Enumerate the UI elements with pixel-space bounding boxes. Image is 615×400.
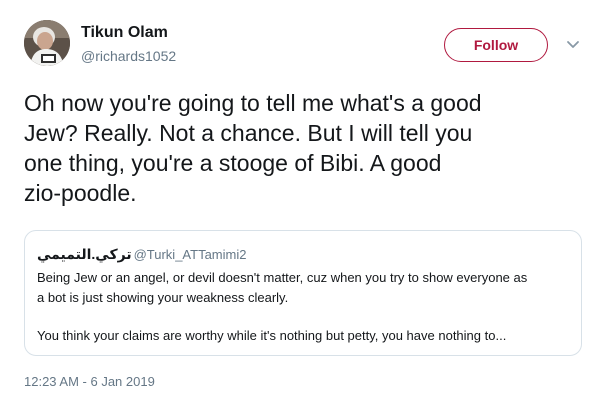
tweet-text: Oh now you're going to tell me what's a … [24, 90, 482, 206]
author-name[interactable]: Tikun Olam [81, 24, 168, 42]
quoted-tweet-card[interactable]: تركي.التميمي @Turki_ATTamimi2 Being Jew o… [24, 230, 582, 356]
avatar[interactable] [24, 20, 70, 66]
quoted-text-line: a bot is just showing your weakness clea… [37, 290, 289, 305]
quoted-author-name: تركي.التميمي [37, 246, 132, 262]
quoted-text-line: Being Jew or an angel, or devil doesn't … [37, 270, 528, 285]
tweet: Tikun Olam @richards1052 Follow Oh now y… [0, 0, 615, 400]
avatar-image [24, 20, 70, 66]
quoted-text-line: You think your claims are worthy while i… [37, 328, 507, 343]
author-handle[interactable]: @richards1052 [81, 48, 176, 64]
quoted-author-handle: @Turki_ATTamimi2 [133, 247, 247, 262]
chevron-down-icon[interactable] [566, 40, 580, 50]
tweet-timestamp[interactable]: 12:23 AM - 6 Jan 2019 [24, 374, 155, 389]
follow-button[interactable]: Follow [444, 28, 548, 62]
quoted-tweet-header: تركي.التميمي @Turki_ATTamimi2 [37, 246, 246, 263]
